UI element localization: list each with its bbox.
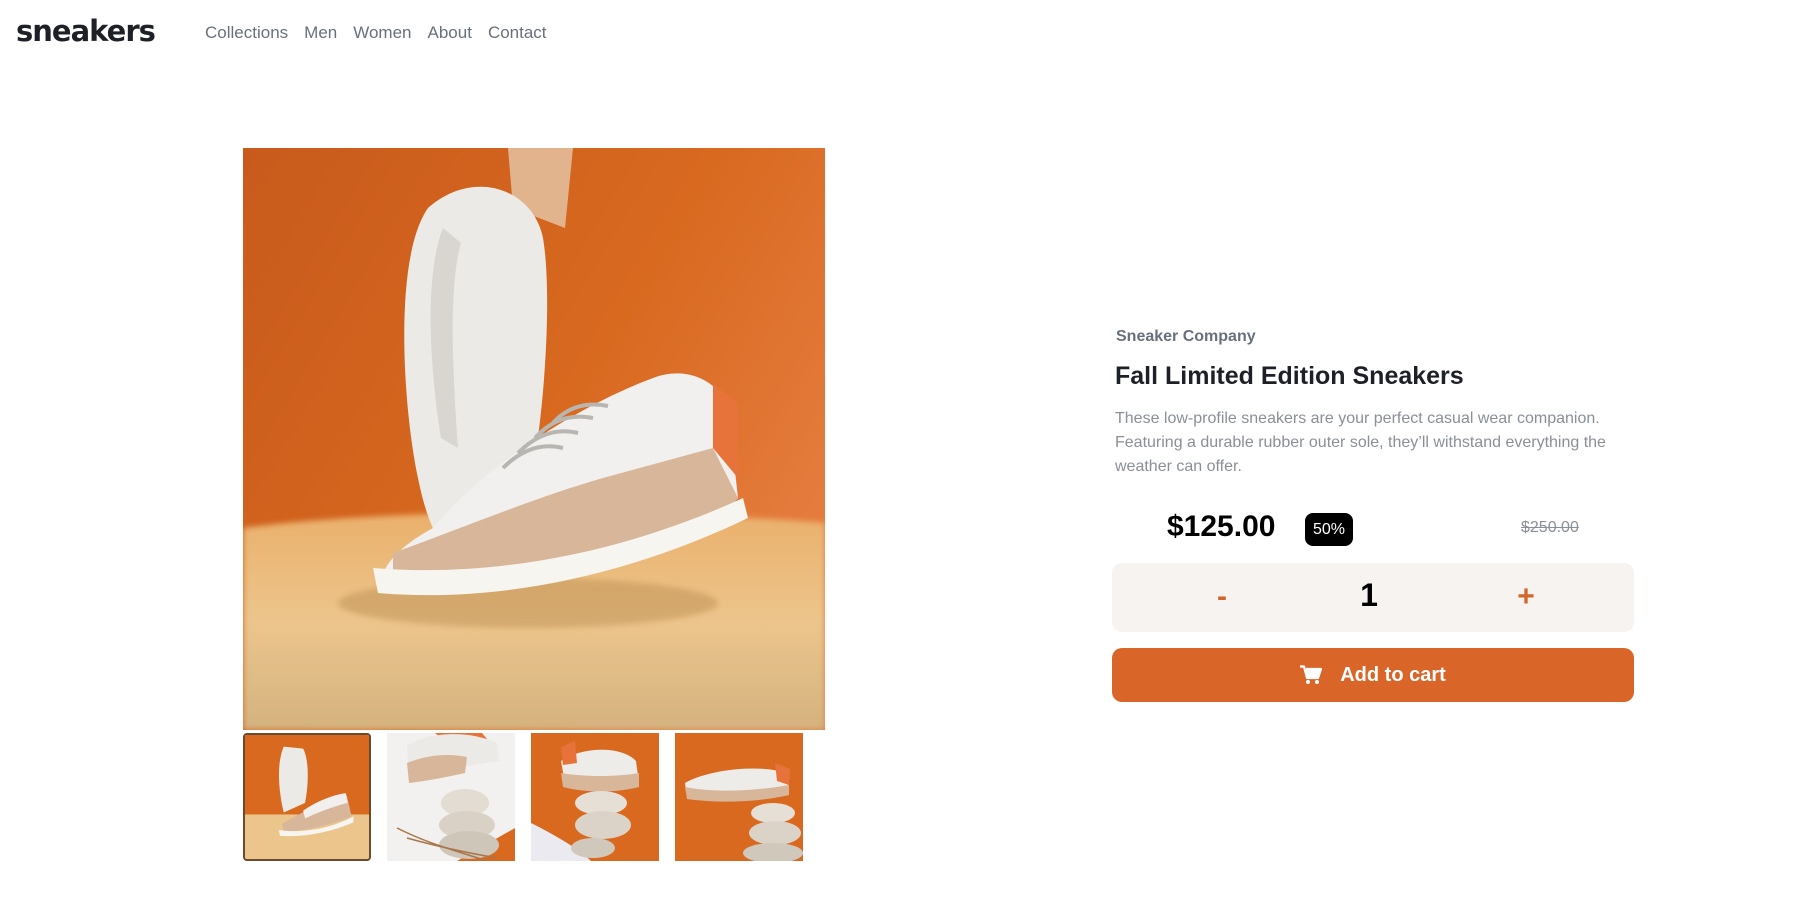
thumbnail-3[interactable] [531, 733, 659, 861]
logo[interactable]: sneakers [16, 14, 156, 48]
add-to-cart-label: Add to cart [1340, 663, 1446, 686]
decrease-quantity-button[interactable]: - [1202, 579, 1242, 615]
nav-contact[interactable]: Contact [488, 23, 547, 43]
add-to-cart-button[interactable]: Add to cart [1112, 648, 1634, 702]
product-title: Fall Limited Edition Sneakers [1115, 362, 1464, 390]
discount-badge: 50% [1305, 513, 1353, 546]
thumbnail-2[interactable] [387, 733, 515, 861]
nav-collections[interactable]: Collections [205, 23, 288, 43]
company-name: Sneaker Company [1116, 328, 1256, 345]
cart-icon [1300, 665, 1323, 685]
current-price: $125.00 [1167, 510, 1276, 543]
site-header: sneakers Collections Men Women About Con… [0, 0, 1801, 66]
thumbnail-4[interactable] [675, 733, 803, 861]
quantity-value: 1 [1360, 577, 1378, 613]
nav-men[interactable]: Men [304, 23, 337, 43]
main-product-image[interactable] [243, 148, 825, 730]
increase-quantity-button[interactable]: + [1506, 579, 1546, 615]
product-description: These low-profile sneakers are your perf… [1115, 410, 1606, 475]
main-nav: Collections Men Women About Contact [205, 23, 547, 43]
thumbnail-1[interactable] [243, 733, 371, 861]
original-price: $250.00 [1521, 519, 1579, 536]
nav-women[interactable]: Women [353, 23, 411, 43]
thumbnail-strip [243, 733, 803, 861]
quantity-stepper: - 1 + [1112, 563, 1634, 632]
nav-about[interactable]: About [428, 23, 472, 43]
